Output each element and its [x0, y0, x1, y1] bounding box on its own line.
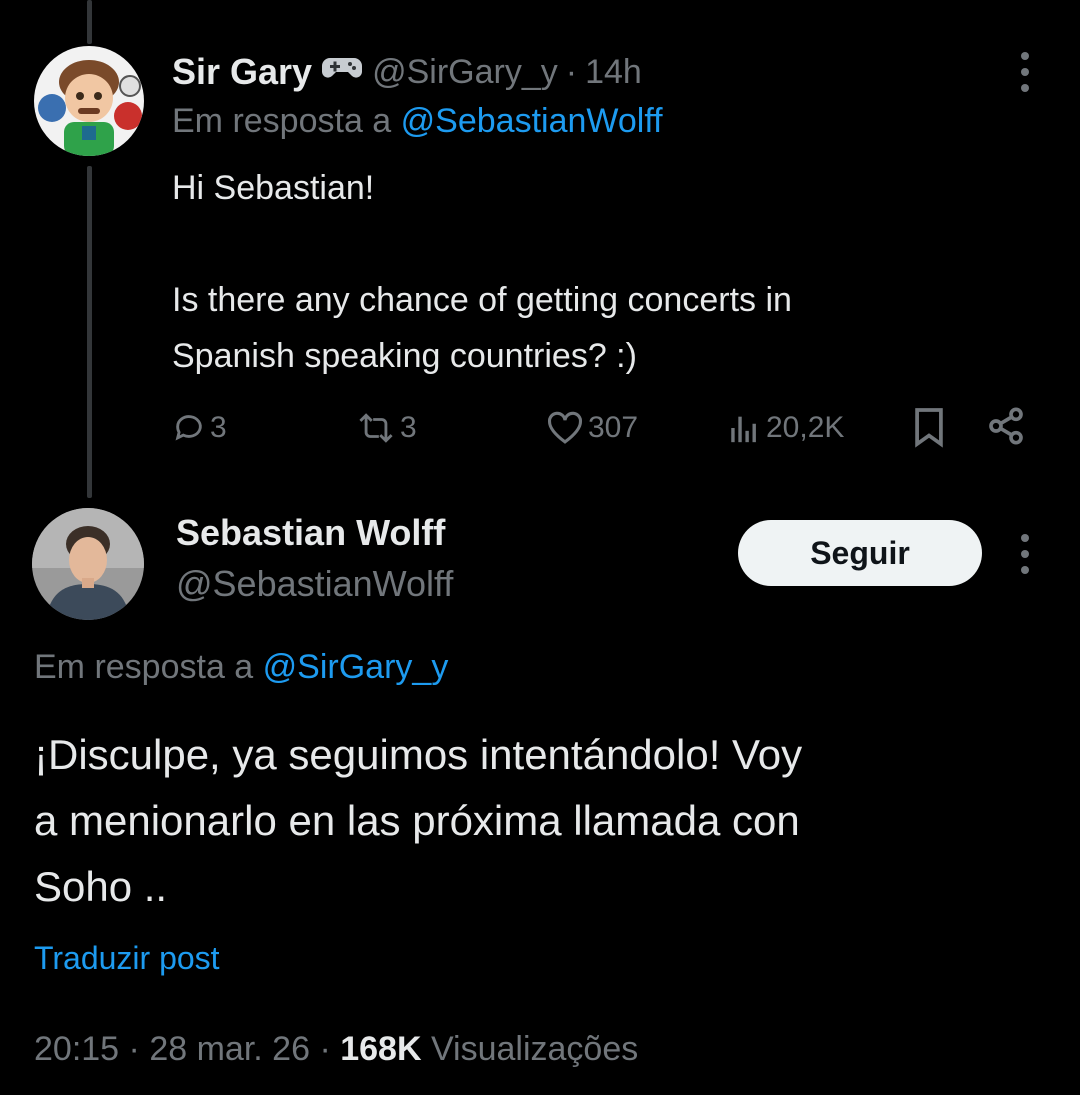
reply-mention-link[interactable]: @SirGary_y [263, 648, 449, 686]
share-icon[interactable] [986, 406, 1026, 451]
reply-tweet-text: Hi Sebastian! Is there any chance of get… [172, 160, 1032, 384]
separator-dot: · [128, 1030, 140, 1068]
views-chart-icon [731, 416, 756, 443]
text-line: ¡Disculpe, ya seguimos intentándolo! Voy [34, 731, 803, 778]
sebastian-wolff-avatar[interactable] [32, 508, 144, 620]
tweet-time[interactable]: 14h [585, 53, 642, 91]
repost-count: 3 [400, 411, 417, 444]
repost-icon [359, 413, 393, 443]
bookmark-icon[interactable] [912, 406, 946, 453]
author-handle[interactable]: @SirGary_y [372, 53, 558, 91]
views-count: 168K [340, 1030, 422, 1068]
gamepad-icon [322, 54, 363, 90]
tweet-meta: 20:15 · 28 mar. 26 · 168K Visualizações [34, 1030, 638, 1069]
thread-line-top [87, 0, 92, 44]
reply-to-line: Em resposta a @SirGary_y [34, 648, 448, 687]
more-options-icon[interactable] [1010, 534, 1040, 574]
reply-action[interactable]: 3 [172, 406, 227, 450]
author-name[interactable]: Sir Gary [172, 51, 312, 93]
heart-icon [547, 411, 583, 444]
views-action[interactable]: 20,2K [726, 406, 844, 450]
separator-dot: · [319, 1030, 331, 1068]
reply-to-line: Em resposta a @SebastianWolff [172, 102, 663, 141]
reply-icon [175, 415, 202, 441]
reply-count: 3 [210, 411, 227, 444]
like-count: 307 [588, 411, 639, 444]
text-line: Soho .. [34, 863, 168, 910]
text-line: Is there any chance of getting concerts … [172, 281, 792, 319]
text-line: Hi Sebastian! [172, 169, 375, 207]
views-count: 20,2K [766, 411, 845, 444]
views-label: Visualizações [430, 1030, 639, 1068]
reply-prefix: Em resposta a [34, 648, 254, 686]
follow-button[interactable]: Seguir [738, 520, 982, 586]
main-tweet-text: ¡Disculpe, ya seguimos intentándolo! Voy… [34, 722, 1044, 920]
more-options-icon[interactable] [1010, 52, 1040, 92]
tweet-date[interactable]: 28 mar. 26 [149, 1030, 310, 1068]
author-handle[interactable]: @SebastianWolff [176, 563, 453, 605]
tweet-time[interactable]: 20:15 [34, 1030, 119, 1068]
reply-tweet-header: Sir Gary @SirGary_y · 14h [172, 48, 642, 96]
author-name[interactable]: Sebastian Wolff [176, 512, 445, 554]
like-action[interactable]: 307 [546, 406, 638, 450]
text-line: a menionarlo en las próxima llamada con [34, 797, 800, 844]
separator-dot: · [565, 52, 578, 91]
thread-line [87, 166, 92, 498]
sir-gary-avatar[interactable] [34, 46, 144, 156]
reply-mention-link[interactable]: @SebastianWolff [401, 102, 663, 140]
reply-prefix: Em resposta a [172, 102, 392, 140]
translate-post-link[interactable]: Traduzir post [34, 940, 220, 977]
repost-action[interactable]: 3 [356, 406, 417, 450]
text-line: Spanish speaking countries? :) [172, 337, 637, 375]
